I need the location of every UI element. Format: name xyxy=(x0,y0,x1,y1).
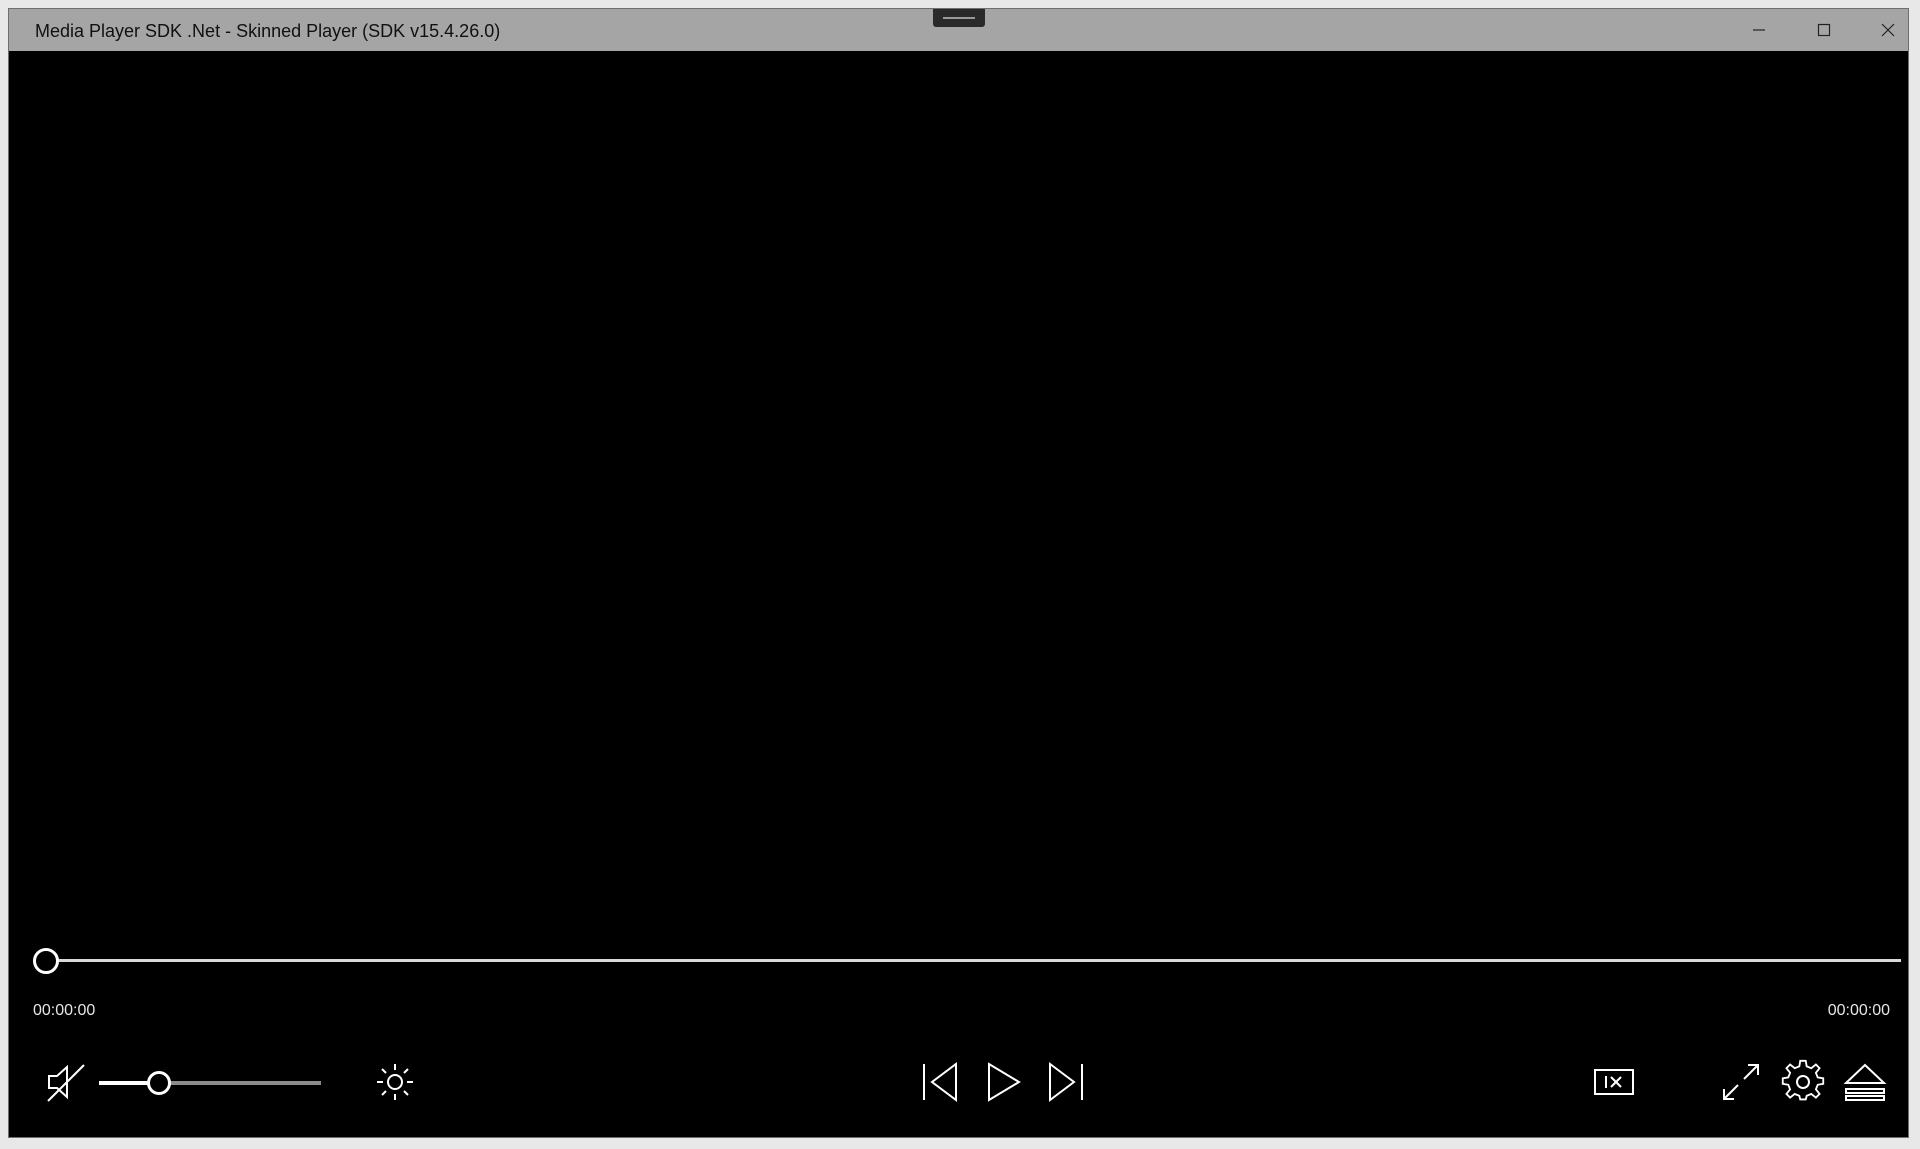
title-bar[interactable]: Media Player SDK .Net - Skinned Player (… xyxy=(9,9,1908,51)
settings-button[interactable] xyxy=(1777,1056,1829,1108)
brightness-button[interactable] xyxy=(369,1056,421,1108)
volume-slider[interactable] xyxy=(99,1069,321,1097)
previous-button[interactable] xyxy=(914,1056,966,1108)
volume-thumb[interactable] xyxy=(146,1071,171,1095)
previous-icon xyxy=(923,1062,957,1102)
play-button[interactable] xyxy=(977,1056,1029,1108)
settings-icon xyxy=(1781,1059,1825,1101)
play-icon xyxy=(988,1062,1021,1102)
minimize-button[interactable] xyxy=(1727,9,1791,51)
close-button[interactable] xyxy=(1856,9,1908,51)
maximize-icon xyxy=(1817,23,1831,37)
seek-bar[interactable] xyxy=(33,946,1901,976)
current-time: 00:00:00 xyxy=(33,1002,96,1019)
eject-icon xyxy=(1843,1063,1887,1101)
eject-button[interactable] xyxy=(1839,1056,1891,1108)
playback-speed-icon xyxy=(1594,1069,1634,1095)
total-duration: 00:00:00 xyxy=(1827,1002,1890,1019)
close-icon xyxy=(1881,23,1895,37)
minimize-icon xyxy=(1753,29,1765,31)
seek-thumb[interactable] xyxy=(33,948,59,974)
fullscreen-icon xyxy=(1723,1064,1759,1100)
window-title: Media Player SDK .Net - Skinned Player (… xyxy=(35,21,501,41)
fullscreen-button[interactable] xyxy=(1715,1056,1767,1108)
next-icon xyxy=(1049,1062,1083,1102)
mute-icon xyxy=(47,1064,85,1102)
brightness-icon xyxy=(377,1064,413,1100)
seek-track[interactable] xyxy=(43,959,1901,962)
player-window: Media Player SDK .Net - Skinned Player (… xyxy=(8,8,1909,1138)
video-area[interactable] xyxy=(9,51,1908,941)
playback-speed-button[interactable] xyxy=(1588,1056,1640,1108)
next-button[interactable] xyxy=(1040,1056,1092,1108)
maximize-button[interactable] xyxy=(1792,9,1856,51)
mute-button[interactable] xyxy=(41,1056,93,1108)
snap-layout-handle[interactable] xyxy=(933,9,985,27)
